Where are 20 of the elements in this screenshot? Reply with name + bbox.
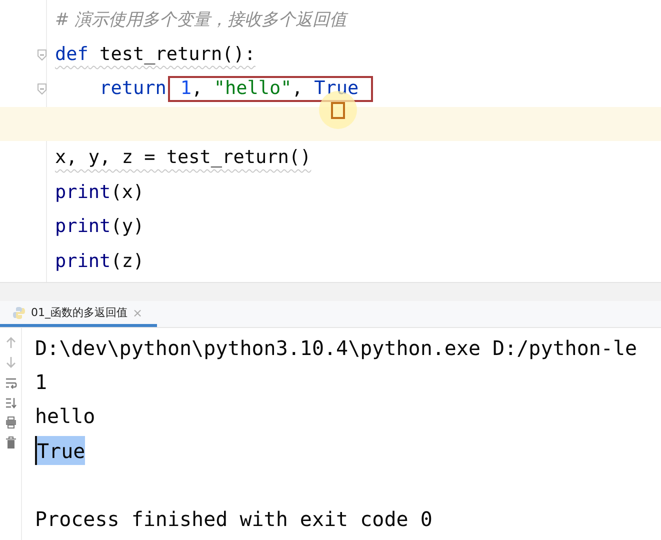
console-output: Process finished with exit code 0 (35, 506, 432, 534)
fold-icon[interactable] (37, 83, 47, 96)
code-line: print(y) (55, 215, 144, 240)
console-output: D:\dev\python\python3.10.4\python.exe D:/python-le (35, 334, 638, 362)
trash-icon[interactable] (4, 436, 16, 449)
fold-icon[interactable] (37, 48, 47, 61)
code-comment: # 演示使用多个变量，接收多个返回值 (55, 9, 347, 32)
sort-icon[interactable] (4, 396, 16, 409)
wrap-icon[interactable] (4, 376, 16, 389)
code-line: def test_return(): (55, 42, 256, 67)
console-output: 1 (35, 368, 48, 396)
console-output: True (35, 436, 86, 465)
console-output: hello (35, 403, 96, 430)
code-line: print(z) (55, 250, 144, 274)
print-icon[interactable] (4, 416, 16, 429)
python-icon (12, 306, 26, 320)
code-line: x, y, z = test_return() (55, 146, 312, 170)
code-line: print(x) (55, 180, 144, 205)
up-arrow-icon[interactable] (4, 336, 16, 349)
down-arrow-icon[interactable] (4, 356, 16, 369)
